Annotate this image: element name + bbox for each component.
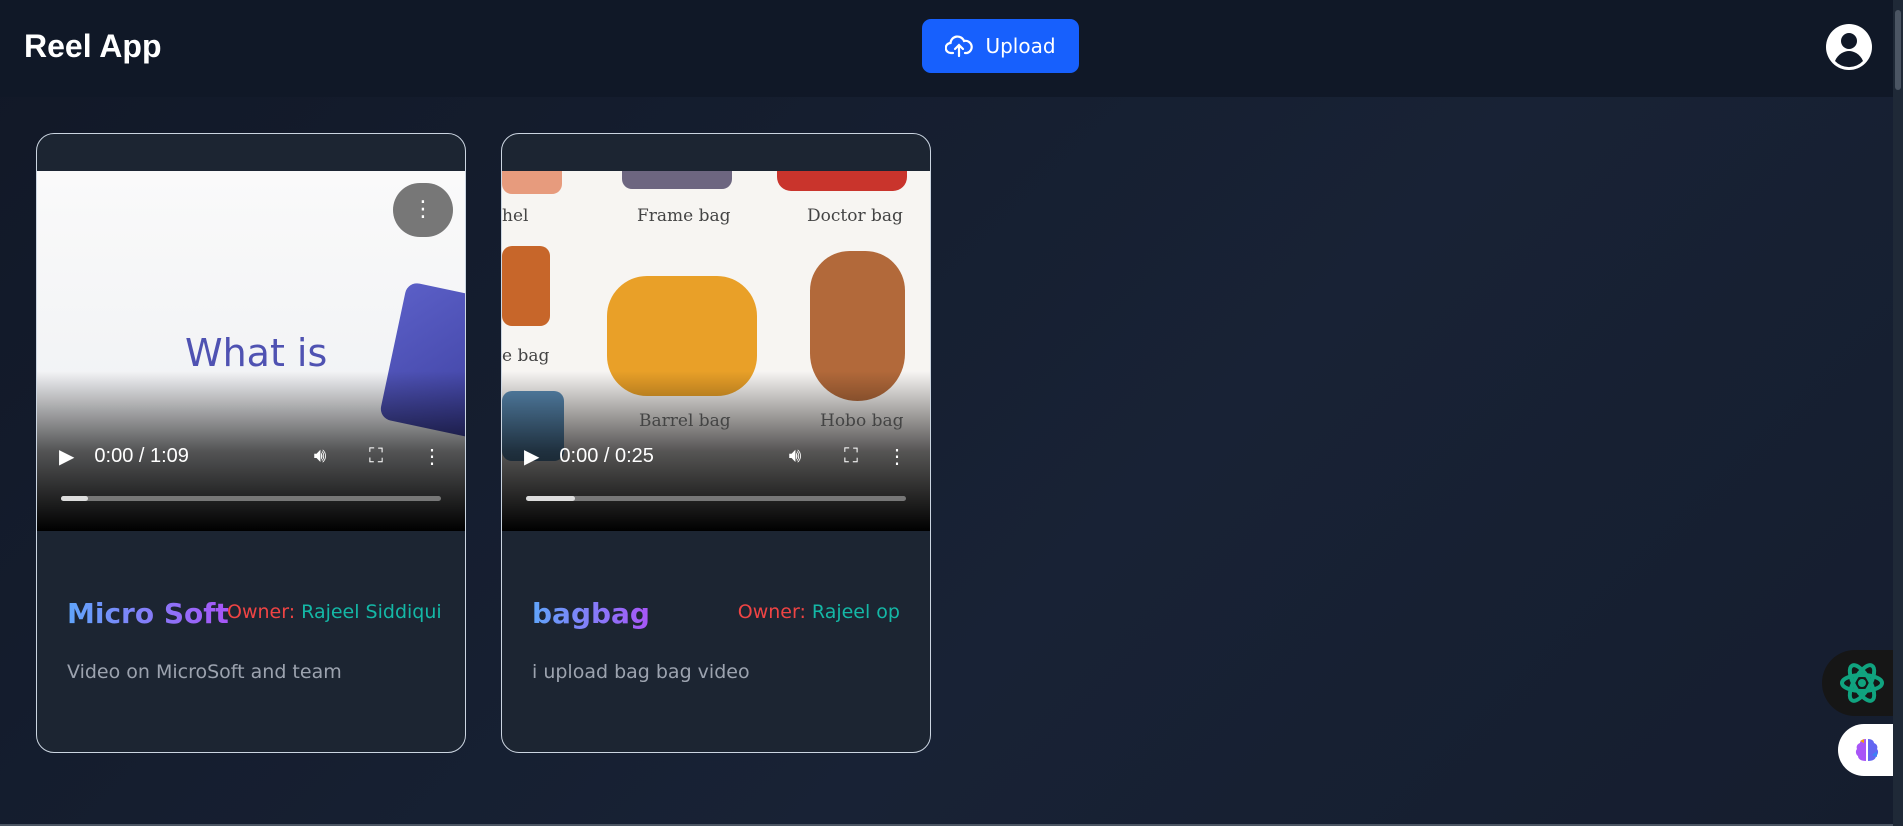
video-description: Video on MicroSoft and team (67, 661, 342, 683)
upload-label: Upload (985, 34, 1056, 58)
owner-name: Rajeel Siddiqui (301, 601, 442, 623)
video-owner: Owner: Rajeel op (738, 601, 900, 623)
seek-bar[interactable] (61, 496, 441, 501)
video-player[interactable]: hel Frame bag Doctor bag e bag Barrel ba… (502, 171, 930, 531)
owner-name: Rajeel op (811, 601, 900, 623)
frame-label: Barrel bag (639, 411, 731, 431)
video-controls: ▶ 0:00 / 1:09 🔊︎ ⛶ ⋮ (37, 371, 465, 531)
video-time: 0:00 / 1:09 (94, 445, 189, 467)
owner-label: Owner: (227, 601, 296, 623)
frame-label: Hobo bag (820, 411, 904, 431)
owner-label: Owner: (737, 601, 806, 623)
play-icon[interactable]: ▶ (59, 444, 74, 469)
upload-button[interactable]: Upload (922, 19, 1079, 73)
seek-bar[interactable] (526, 496, 906, 501)
video-description: i upload bag bag video (532, 661, 750, 683)
video-owner: Owner: Rajeel Siddiqui (227, 601, 442, 623)
video-title: bagbag (532, 597, 650, 630)
volume-icon[interactable]: 🔊︎ (784, 445, 806, 468)
fullscreen-icon[interactable]: ⛶ (840, 445, 862, 468)
more-options-button[interactable]: ⋮ (393, 183, 453, 237)
play-icon[interactable]: ▶ (524, 444, 539, 469)
video-player[interactable]: What is ⋮ ▶ 0:00 / 1:09 🔊︎ ⛶ ⋮ (37, 171, 465, 531)
volume-icon[interactable]: 🔊︎ (309, 445, 331, 468)
user-avatar-icon[interactable] (1826, 24, 1872, 70)
top-navbar: Reel App Upload (0, 0, 1893, 97)
more-icon[interactable]: ⋮ (421, 446, 443, 468)
video-controls: ▶ 0:00 / 0:25 🔊︎ ⛶ ⋮ (502, 371, 930, 531)
video-time: 0:00 / 0:25 (559, 445, 654, 467)
brain-icon (1855, 739, 1879, 761)
fullscreen-icon[interactable]: ⛶ (365, 445, 387, 468)
frame-label: e bag (502, 346, 550, 366)
more-icon[interactable]: ⋮ (886, 446, 908, 468)
video-card: hel Frame bag Doctor bag e bag Barrel ba… (501, 133, 931, 753)
frame-label: Frame bag (637, 206, 731, 226)
app-logo[interactable]: Reel App (24, 28, 162, 65)
video-frame-text: What is (185, 331, 328, 375)
cloud-upload-icon (945, 35, 974, 58)
page-scrollbar[interactable] (1893, 0, 1903, 826)
frame-label: Doctor bag (807, 206, 903, 226)
video-title: Micro Soft (67, 597, 229, 630)
atom-icon (1840, 663, 1884, 703)
kebab-icon: ⋮ (412, 197, 434, 222)
video-card: What is ⋮ ▶ 0:00 / 1:09 🔊︎ ⛶ ⋮ Micro Sof… (36, 133, 466, 753)
frame-label: hel (502, 206, 529, 226)
ai-assistant-widget[interactable] (1822, 650, 1903, 716)
